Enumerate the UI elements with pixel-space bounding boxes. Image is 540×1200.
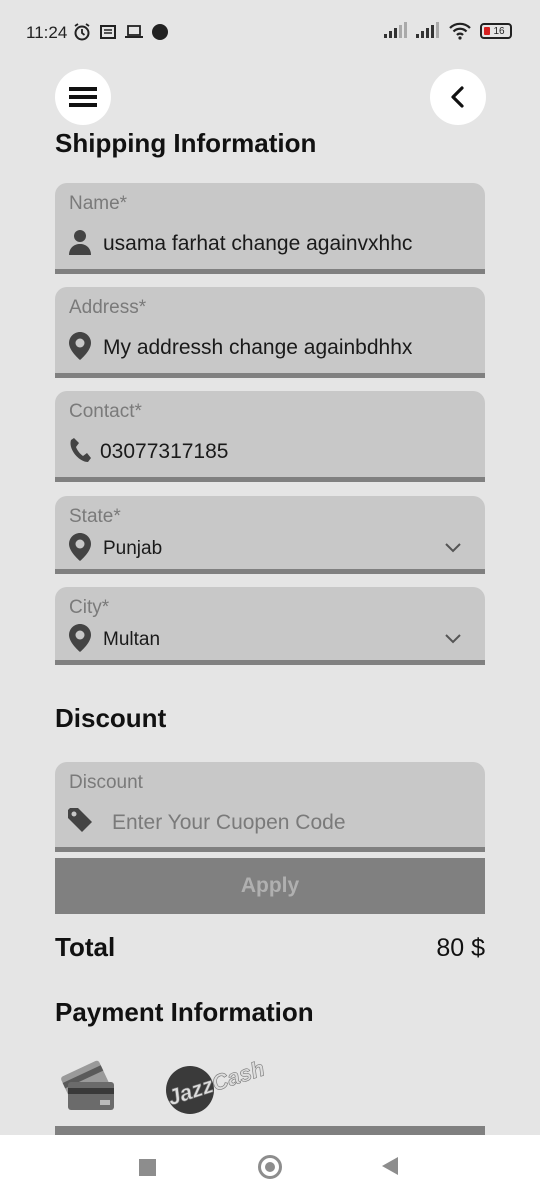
state-label: State* <box>69 506 121 527</box>
battery-icon: 16 <box>480 23 512 39</box>
jazzcash-logo[interactable]: JazzCash <box>160 1054 280 1116</box>
alarm-icon <box>74 23 90 41</box>
credit-card-icon[interactable] <box>60 1056 118 1114</box>
location-pin-icon <box>67 533 93 561</box>
discount-field[interactable]: Discount Enter Your Cuopen Code <box>55 762 485 852</box>
battery-level <box>484 27 490 35</box>
total-value: 80 $ <box>436 934 485 962</box>
contact-field[interactable]: Contact* 03077317185 <box>55 391 485 482</box>
laptop-icon <box>125 25 143 38</box>
city-value: Multan <box>103 629 161 650</box>
status-icons-left <box>72 22 170 42</box>
back-button[interactable] <box>430 69 486 125</box>
name-label: Name* <box>69 193 128 214</box>
address-label: Address* <box>69 297 147 318</box>
message-icon <box>100 25 116 39</box>
wifi-icon <box>449 22 471 40</box>
status-time: 11:24 <box>26 23 68 42</box>
system-nav-bar <box>0 1135 540 1200</box>
system-back-button[interactable] <box>382 1157 398 1175</box>
tag-icon <box>67 807 93 833</box>
shipping-title: Shipping Information <box>55 128 317 158</box>
chevron-left-icon <box>451 86 464 108</box>
status-icons-right: 16 <box>384 22 512 40</box>
jazzcash-logo-text: JazzCash <box>164 1056 267 1111</box>
discount-input[interactable]: Enter Your Cuopen Code <box>112 811 346 835</box>
recent-apps-button[interactable] <box>139 1159 156 1176</box>
city-label: City* <box>69 597 110 618</box>
state-value: Punjab <box>103 538 163 559</box>
payment-title: Payment Information <box>55 997 314 1027</box>
address-field[interactable]: Address* My addressh change againbdhhx <box>55 287 485 378</box>
state-dropdown[interactable]: State* Punjab <box>55 496 485 574</box>
signal-icon <box>416 22 439 38</box>
chevron-down-icon <box>445 543 461 553</box>
discount-label: Discount <box>69 772 143 793</box>
home-button[interactable] <box>258 1155 282 1179</box>
apply-button[interactable]: Apply <box>55 858 485 914</box>
menu-button[interactable] <box>55 69 111 125</box>
name-value[interactable]: usama farhat change againvxhhc <box>103 232 412 256</box>
city-dropdown[interactable]: City* Multan <box>55 587 485 665</box>
person-icon <box>67 229 93 255</box>
location-pin-icon <box>67 624 93 652</box>
name-field[interactable]: Name* usama farhat change againvxhhc <box>55 183 485 274</box>
status-bar: 11:24 16 <box>0 0 540 64</box>
contact-label: Contact* <box>69 401 142 422</box>
battery-text: 16 <box>493 25 505 37</box>
address-value[interactable]: My addressh change againbdhhx <box>103 336 412 360</box>
total-label: Total <box>55 932 116 962</box>
discount-title: Discount <box>55 703 167 733</box>
home-button-dot <box>265 1162 275 1172</box>
location-pin-icon <box>67 332 93 360</box>
phone-icon <box>67 437 93 463</box>
dot-icon <box>152 24 168 40</box>
hamburger-menu-icon <box>69 87 97 107</box>
signal-icon <box>384 22 407 38</box>
chevron-down-icon <box>445 634 461 644</box>
contact-value[interactable]: 03077317185 <box>100 440 228 464</box>
